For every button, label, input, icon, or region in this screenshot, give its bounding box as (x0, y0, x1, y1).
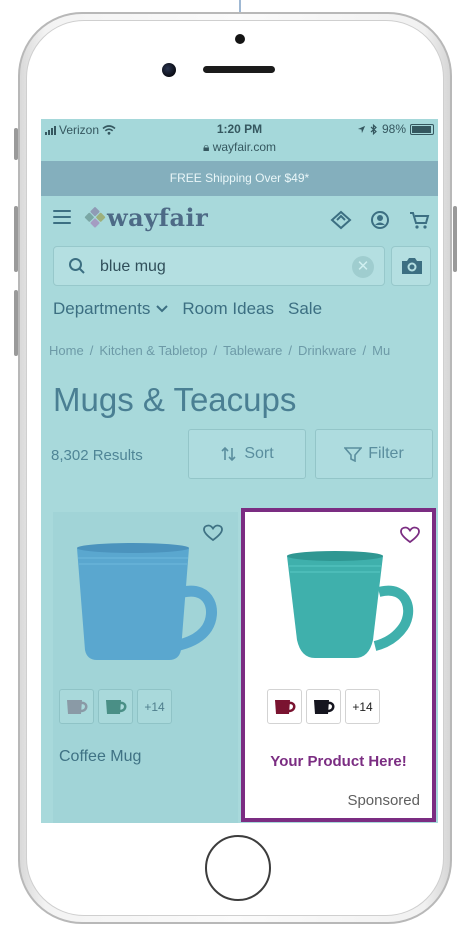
mug-image (77, 543, 217, 660)
page-title: Mugs & Teacups (53, 381, 297, 418)
mug-image (287, 551, 414, 658)
sort-button[interactable]: Sort (188, 429, 306, 479)
color-swatch[interactable] (98, 689, 133, 724)
volume-up-button (14, 206, 18, 272)
logo-mark-icon (84, 206, 107, 229)
status-bar: Verizon 1:20 PM 🔒︎ wayfair.com 98% (41, 119, 438, 161)
filter-label: Filter (368, 445, 404, 462)
address-bar[interactable]: 🔒︎ wayfair.com (41, 140, 438, 155)
heart-icon[interactable] (400, 526, 420, 544)
cart-icon[interactable] (408, 210, 430, 230)
breadcrumb-item[interactable]: Drinkware (298, 343, 357, 358)
sort-label: Sort (244, 445, 274, 462)
battery-percent: 98% (381, 122, 406, 136)
breadcrumb-item[interactable]: Home (49, 343, 84, 358)
header-icons (330, 210, 430, 230)
more-colors[interactable]: +14 (137, 689, 172, 724)
chevron-down-icon (156, 305, 169, 313)
breadcrumb-item[interactable]: Mu (372, 343, 390, 358)
mute-switch (14, 128, 18, 160)
swatch-mug-icon (274, 699, 295, 714)
sort-icon (221, 446, 236, 462)
color-swatches: +14 (267, 689, 380, 724)
product-name[interactable]: Coffee Mug (59, 748, 141, 766)
home-button[interactable] (205, 835, 271, 901)
search-input[interactable]: blue mug ✕ (53, 246, 385, 286)
menu-icon[interactable] (53, 210, 71, 224)
product-name[interactable]: Your Product Here! (245, 753, 432, 770)
ideas-icon[interactable] (330, 210, 352, 230)
wayfair-logo[interactable]: wayfair (84, 203, 209, 232)
location-icon (357, 125, 366, 133)
breadcrumb-item[interactable]: Kitchen & Tabletop (99, 343, 207, 358)
nav-departments-label: Departments (53, 299, 151, 318)
front-camera (162, 63, 176, 77)
heart-icon[interactable] (203, 524, 223, 542)
status-right: 98% (357, 122, 434, 136)
site-header: wayfair (41, 196, 438, 243)
nav-sale[interactable]: Sale (288, 299, 322, 319)
nav-departments[interactable]: Departments (53, 299, 169, 319)
color-swatches: +14 (59, 689, 172, 724)
phone-screen: Verizon 1:20 PM 🔒︎ wayfair.com 98% FREE … (41, 119, 438, 823)
top-nav: Departments Room Ideas Sale (53, 299, 322, 319)
sponsored-product-card[interactable]: +14 Your Product Here! Sponsored (241, 508, 436, 822)
results-count: 8,302 Results (51, 447, 143, 464)
proximity-sensor (235, 34, 245, 44)
color-swatch[interactable] (267, 689, 302, 724)
filter-button[interactable]: Filter (315, 429, 433, 479)
url-text: wayfair.com (212, 140, 277, 154)
battery-icon (410, 123, 434, 135)
promo-banner[interactable]: FREE Shipping Over $49* (41, 161, 438, 196)
product-card[interactable]: +14 Coffee Mug (53, 512, 238, 823)
color-swatch[interactable] (59, 689, 94, 724)
clear-icon[interactable]: ✕ (352, 256, 374, 278)
breadcrumb: Home / Kitchen & Tabletop / Tableware / Drinkw… (49, 343, 391, 358)
search-icon (69, 258, 85, 274)
camera-search-button[interactable] (391, 246, 431, 286)
filter-icon (344, 447, 363, 462)
earpiece-speaker (203, 66, 275, 73)
lock-icon: 🔒︎ (202, 140, 210, 154)
account-icon[interactable] (370, 210, 390, 230)
swatch-mug-icon (105, 699, 126, 714)
nav-room-ideas[interactable]: Room Ideas (182, 299, 274, 319)
power-button (453, 206, 457, 272)
more-colors[interactable]: +14 (345, 689, 380, 724)
swatch-mug-icon (313, 699, 334, 714)
search-value: blue mug (100, 258, 166, 275)
bluetooth-icon (370, 123, 377, 135)
sponsored-label: Sponsored (347, 792, 420, 809)
logo-text: wayfair (107, 203, 209, 232)
volume-down-button (14, 290, 18, 356)
camera-icon (402, 258, 422, 274)
color-swatch[interactable] (306, 689, 341, 724)
swatch-mug-icon (66, 699, 87, 714)
breadcrumb-item[interactable]: Tableware (223, 343, 282, 358)
